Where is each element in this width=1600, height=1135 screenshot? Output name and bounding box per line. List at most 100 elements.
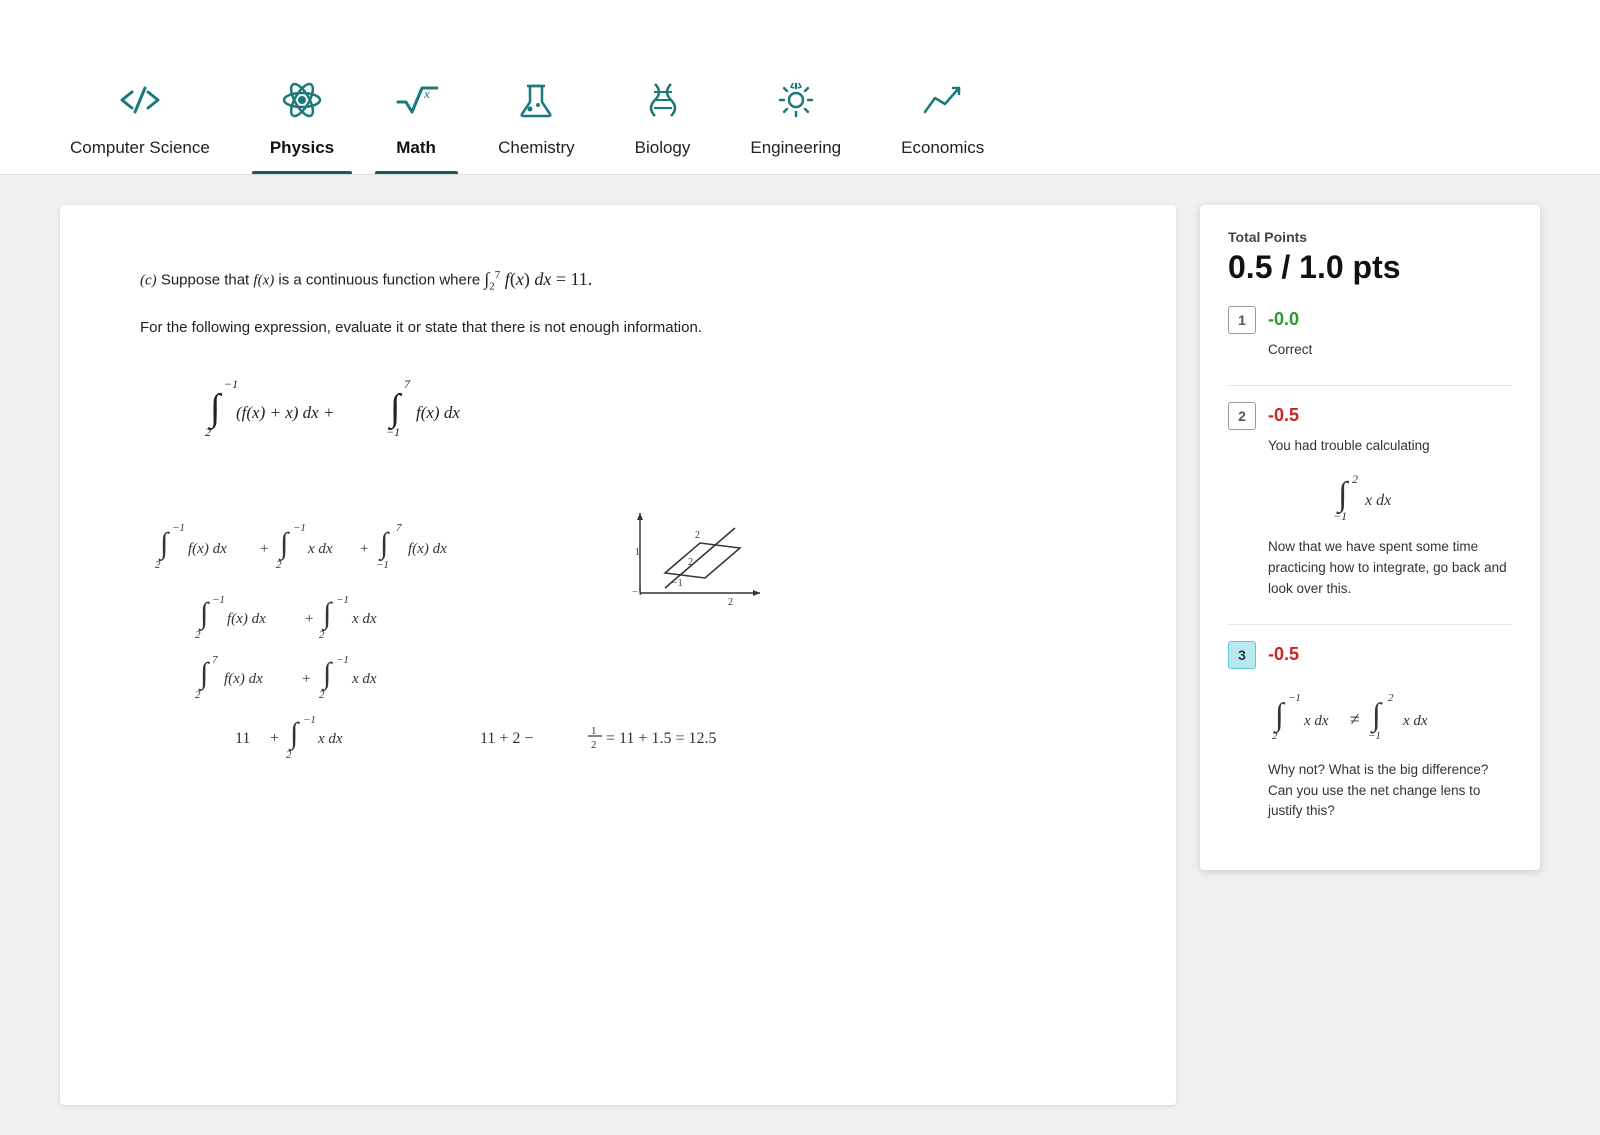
svg-text:2: 2	[319, 629, 325, 641]
svg-text:(f(x) + x) dx +: (f(x) + x) dx +	[236, 403, 334, 422]
svg-text:f(x) dx: f(x) dx	[224, 671, 263, 687]
svg-text:∫: ∫	[278, 527, 290, 562]
feedback-score-1: -0.0	[1268, 306, 1299, 330]
svg-text:+: +	[302, 671, 310, 687]
flask-icon	[514, 78, 558, 128]
handwriting-svg: ∫ 2 −1 f(x) dx + ∫ 2 −1 x dx + ∫ −1 7 f(…	[140, 473, 960, 793]
problem-integral-inline: ∫27 f(x) dx = 11.	[484, 269, 592, 289]
svg-text:7: 7	[212, 654, 218, 666]
svg-text:x: x	[423, 86, 430, 101]
chart-icon	[921, 78, 965, 128]
svg-text:∫: ∫	[288, 717, 300, 752]
feedback-num-1: 1	[1228, 306, 1256, 334]
code-icon	[118, 78, 162, 128]
svg-text:∫: ∫	[158, 527, 170, 562]
svg-text:x dx: x dx	[307, 541, 333, 557]
gear-icon	[774, 78, 818, 128]
total-points-label: Total Points	[1228, 229, 1512, 245]
nav-item-engineering[interactable]: Engineering	[720, 78, 871, 174]
feedback-math-2: ∫ −1 2 x dx	[1228, 467, 1512, 527]
nav-label-chemistry: Chemistry	[498, 138, 575, 158]
svg-text:x dx: x dx	[351, 611, 377, 627]
svg-text:∫: ∫	[198, 657, 210, 692]
divider-1	[1228, 385, 1512, 386]
nav-item-physics[interactable]: Physics	[240, 78, 364, 174]
svg-text:x dx: x dx	[1364, 492, 1391, 509]
svg-text:x dx: x dx	[1303, 713, 1329, 729]
svg-text:−1: −1	[212, 594, 225, 606]
svg-text:−1: −1	[336, 654, 349, 666]
svg-text:∫: ∫	[321, 657, 333, 692]
svg-text:−1: −1	[1288, 692, 1301, 704]
feedback-item-2: 2 -0.5 You had trouble calculating ∫ −1 …	[1228, 402, 1512, 600]
feedback-score-2: -0.5	[1268, 402, 1299, 426]
nav-item-math[interactable]: x Math	[364, 78, 468, 174]
svg-text:x dx: x dx	[351, 671, 377, 687]
svg-text:2: 2	[195, 629, 201, 641]
main-content: (c) Suppose that f(x) is a continuous fu…	[0, 175, 1600, 1135]
svg-text:−1: −1	[386, 425, 400, 438]
svg-text:1: 1	[591, 725, 597, 737]
nav-label-math: Math	[396, 138, 436, 158]
svg-text:∫: ∫	[1370, 696, 1383, 734]
nav-item-economics[interactable]: Economics	[871, 78, 1014, 174]
svg-text:= 11 + 1.5 = 12.5: = 11 + 1.5 = 12.5	[606, 730, 716, 747]
divider-2	[1228, 624, 1512, 625]
svg-text:f(x) dx: f(x) dx	[188, 541, 227, 557]
svg-text:≠: ≠	[1350, 709, 1360, 729]
paper-panel: (c) Suppose that f(x) is a continuous fu…	[60, 205, 1176, 1105]
svg-text:−1: −1	[632, 587, 643, 598]
handwritten-work: ∫ 2 −1 f(x) dx + ∫ 2 −1 x dx + ∫ −1 7 f(…	[140, 473, 1096, 798]
svg-text:∫: ∫	[1273, 696, 1286, 734]
svg-text:2: 2	[695, 530, 700, 541]
feedback-num-2: 2	[1228, 402, 1256, 430]
nav-item-biology[interactable]: Biology	[605, 78, 721, 174]
main-expression-svg: ∫ 2 −1 (f(x) + x) dx + ∫ −1 7 f(x) dx	[200, 368, 780, 438]
feedback-extra-3: Why not? What is the big difference? Can…	[1268, 760, 1512, 823]
feedback-panel: Total Points 0.5 / 1.0 pts 1 -0.0 Correc…	[1200, 205, 1540, 870]
svg-text:−1: −1	[1368, 730, 1381, 741]
feedback-num-3: 3	[1228, 641, 1256, 669]
svg-text:2: 2	[728, 597, 733, 608]
expression-display: ∫ 2 −1 (f(x) + x) dx + ∫ −1 7 f(x) dx	[200, 368, 1096, 443]
svg-text:−1: −1	[303, 714, 316, 726]
feedback-math-3: ∫ 2 −1 x dx ≠ ∫ −1 2 x dx	[1228, 683, 1512, 746]
problem-statement: (c) Suppose that f(x) is a continuous fu…	[140, 265, 1096, 296]
svg-text:11 + 2 −: 11 + 2 −	[480, 730, 533, 747]
svg-text:+: +	[360, 541, 368, 557]
nav-label-physics: Physics	[270, 138, 334, 158]
nav-label-biology: Biology	[635, 138, 691, 158]
nav-label-engineering: Engineering	[750, 138, 841, 158]
svg-text:−1: −1	[376, 559, 389, 571]
svg-text:7: 7	[404, 377, 411, 391]
problem-label: (c)	[140, 273, 157, 289]
svg-text:1: 1	[635, 547, 640, 558]
atom-icon	[280, 78, 324, 128]
feedback-extra-2: Now that we have spent some time practic…	[1268, 537, 1512, 600]
nav-item-chemistry[interactable]: Chemistry	[468, 78, 605, 174]
svg-text:−1: −1	[336, 594, 349, 606]
nav-label-cs: Computer Science	[70, 138, 210, 158]
svg-text:2: 2	[195, 689, 201, 701]
nav-item-cs[interactable]: Computer Science	[40, 78, 240, 174]
svg-text:∫: ∫	[378, 527, 390, 562]
dna-icon	[641, 78, 685, 128]
svg-text:f(x) dx: f(x) dx	[416, 403, 460, 422]
total-points-value: 0.5 / 1.0 pts	[1228, 249, 1512, 286]
svg-text:2: 2	[155, 559, 161, 571]
sqrt-icon: x	[394, 78, 438, 128]
svg-text:+: +	[270, 730, 279, 747]
svg-text:2: 2	[205, 425, 211, 438]
svg-text:−1: −1	[293, 522, 306, 534]
svg-text:f(x) dx: f(x) dx	[227, 611, 266, 627]
nav-label-economics: Economics	[901, 138, 984, 158]
feedback-integral-2-svg: ∫ −1 2 x dx	[1330, 467, 1410, 522]
svg-text:2: 2	[286, 749, 292, 761]
problem-instruction: For the following expression, evaluate i…	[140, 316, 1096, 340]
svg-text:x dx: x dx	[1402, 713, 1428, 729]
svg-text:−1: −1	[224, 377, 238, 391]
feedback-row-1: 1 -0.0	[1228, 306, 1512, 334]
feedback-item-3: 3 -0.5 ∫ 2 −1 x dx ≠ ∫ −1 2 x dx	[1228, 641, 1512, 823]
svg-text:2: 2	[1352, 472, 1358, 486]
feedback-row-3: 3 -0.5	[1228, 641, 1512, 669]
